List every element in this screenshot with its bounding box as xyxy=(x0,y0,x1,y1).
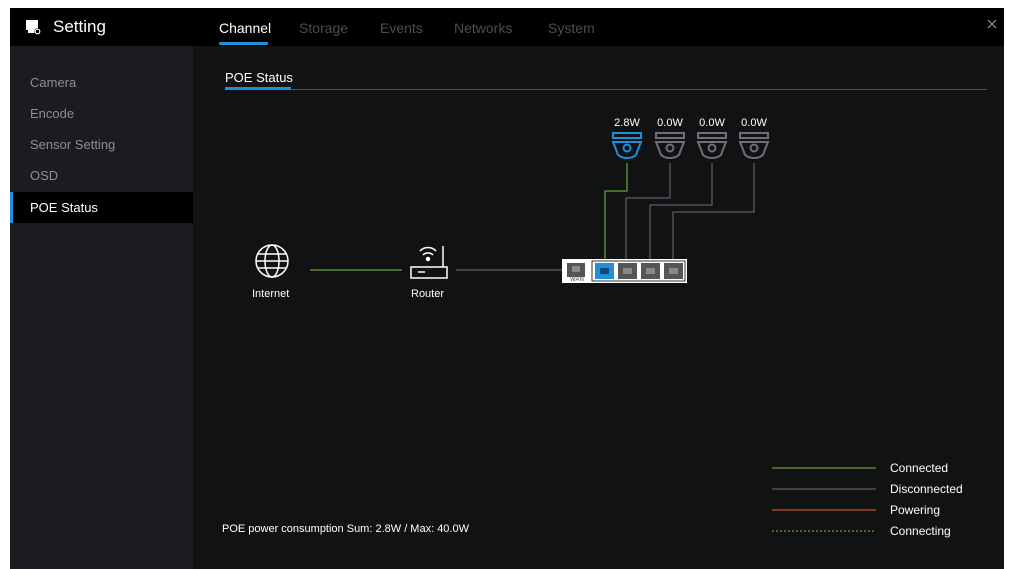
dome-camera-icon xyxy=(696,132,728,159)
camera-3-power: 0.0W xyxy=(699,117,725,129)
port4-camera4-link xyxy=(672,163,755,259)
port2-camera2-link xyxy=(625,163,671,259)
globe-icon xyxy=(255,244,289,278)
router-label: Router xyxy=(411,288,445,300)
camera-1-power: 2.8W xyxy=(614,117,640,129)
legend-label-connected: Connected xyxy=(890,461,949,475)
router-icon xyxy=(410,246,448,279)
legend-label-disconnected: Disconnected xyxy=(890,482,963,496)
legend-label-powering: Powering xyxy=(890,503,941,517)
poe-summary: POE power consumption Sum: 2.8W / Max: 4… xyxy=(222,523,469,535)
settings-window: Setting Channel Storage Events Networks … xyxy=(10,8,1004,569)
internet-label: Internet xyxy=(252,288,290,300)
dome-camera-icon xyxy=(611,132,643,159)
wan-label: WAN xyxy=(570,277,584,283)
port1-camera1-link xyxy=(604,163,628,259)
port3-camera3-link xyxy=(649,163,713,259)
poe-topology-diagram xyxy=(255,132,876,532)
camera-4-power: 0.0W xyxy=(741,117,767,129)
dome-camera-icon xyxy=(654,132,686,159)
dome-camera-icon xyxy=(738,132,770,159)
legend-label-connecting: Connecting xyxy=(890,524,951,538)
camera-2-power: 0.0W xyxy=(657,117,683,129)
